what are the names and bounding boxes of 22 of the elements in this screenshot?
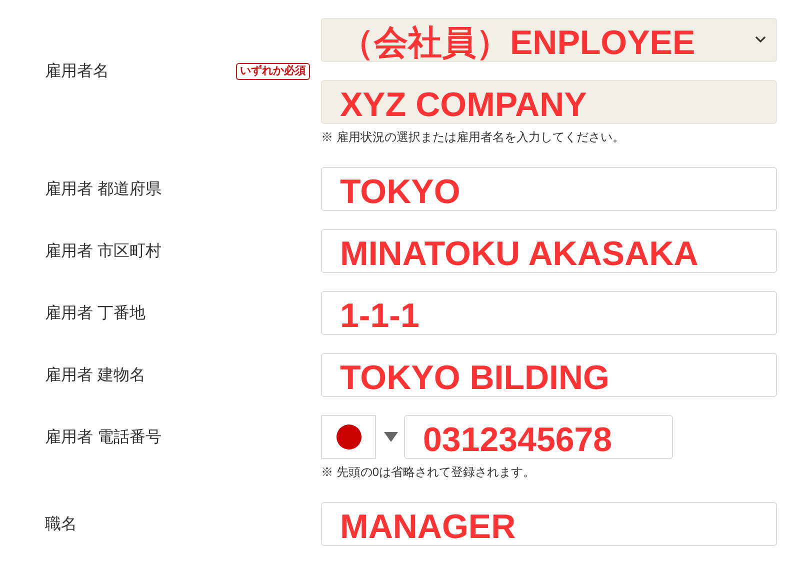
hint-text: ※ 先頭の0は省略されて登録されます。 xyxy=(321,464,536,481)
input-field[interactable]: TOKYO BILDING xyxy=(321,353,777,397)
field-label: 雇用者 電話番号 xyxy=(45,428,162,448)
field-label: 雇用者 都道府県 xyxy=(45,180,162,200)
chevron-down-icon xyxy=(755,36,766,43)
input-field[interactable]: TOKYO xyxy=(321,167,777,211)
field-label: 雇用者名 xyxy=(45,62,109,82)
input-field[interactable]: 1-1-1 xyxy=(321,291,777,335)
input-field[interactable]: MINATOKU AKASAKA xyxy=(321,229,777,273)
field-label: 職名 xyxy=(45,514,77,534)
dropdown-triangle-icon[interactable] xyxy=(384,432,398,442)
input-field[interactable]: MANAGER xyxy=(321,502,777,546)
field-label: 雇用者 市区町村 xyxy=(45,242,162,262)
field-label: 雇用者 建物名 xyxy=(45,366,146,386)
hint-text: ※ 雇用状況の選択または雇用者名を入力してください。 xyxy=(321,129,626,146)
input-field[interactable]: XYZ COMPANY xyxy=(321,80,777,124)
required-badge: いずれか必須 xyxy=(236,62,310,80)
country-flag-selector[interactable] xyxy=(321,415,376,459)
flag-icon xyxy=(336,424,362,450)
select-field[interactable]: （会社員）ENPLOYEE xyxy=(321,18,777,62)
field-label: 雇用者 丁番地 xyxy=(45,304,146,324)
phone-input-field[interactable]: 0312345678 xyxy=(404,415,673,459)
